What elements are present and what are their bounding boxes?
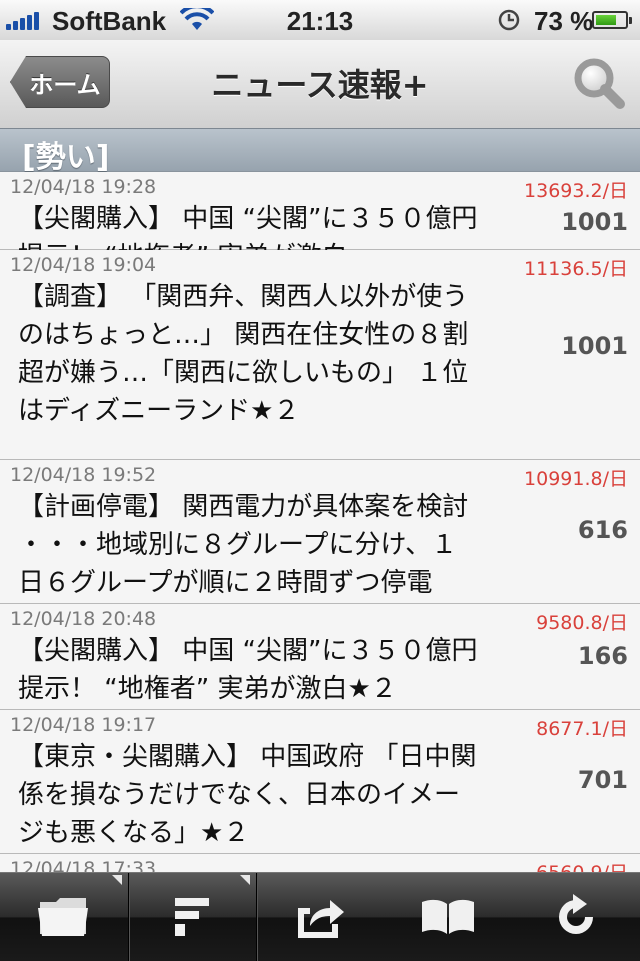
news-count: 701 (577, 766, 628, 794)
section-header: [勢い] (0, 128, 640, 175)
battery-level (596, 15, 616, 25)
news-date: 12/04/18 19:28 (10, 176, 157, 198)
search-icon[interactable] (570, 54, 628, 112)
news-title: 【計画停電】 関西電力が具体案を検討 ・・・地域別に８グループに分け、１ 日６グ… (18, 492, 469, 598)
sort-button[interactable] (128, 873, 257, 961)
battery-percent: 73 % (534, 6, 594, 36)
news-rate: 13693.2/日 (524, 180, 628, 202)
news-date: 12/04/18 19:52 (10, 464, 157, 486)
sort-icon (175, 898, 209, 936)
folder-button[interactable] (0, 873, 129, 961)
news-title: 【東京・尖閣購入】 中国政府 「日中関 係を損なうだけでなく、日本のイメー ジも… (18, 742, 477, 848)
battery-icon (592, 11, 632, 29)
share-button[interactable] (256, 873, 384, 961)
news-rate: 6560.9/日 (536, 858, 628, 872)
news-row[interactable]: 12/04/18 19:17 8677.1/日 【東京・尖閣購入】 中国政府 「… (0, 710, 640, 854)
news-date: 12/04/18 19:17 (10, 714, 157, 736)
reload-icon (559, 894, 593, 934)
news-title: 【尖閣購入】 中国 “尖閣”に３５０億円 提示！ “地権者” 実弟が激白★２ (18, 636, 478, 704)
news-rate: 8677.1/日 (536, 718, 628, 740)
bottom-toolbar (0, 872, 640, 961)
bookmarks-icon (422, 899, 474, 934)
news-row[interactable]: 12/04/18 20:48 9580.8/日 【尖閣購入】 中国 “尖閣”に３… (0, 604, 640, 710)
news-date: 12/04/18 19:04 (10, 254, 157, 276)
alarm-clock-icon (498, 9, 520, 31)
menu-corner-indicator (240, 875, 250, 885)
menu-corner-indicator (112, 875, 122, 885)
news-count: 616 (577, 516, 628, 544)
news-count: 1001 (561, 332, 628, 360)
bookmarks-button[interactable] (384, 873, 512, 961)
status-bar: SoftBank 21:13 73 % (0, 0, 640, 41)
share-icon (298, 900, 344, 938)
news-row[interactable]: 12/04/18 17:33 6560.9/日 (0, 854, 640, 872)
news-title: 【調査】 「関西弁、関西人以外が使う のはちょっと…」 関西在住女性の８割 超が… (18, 282, 469, 426)
news-row[interactable]: 12/04/18 19:52 10991.8/日 【計画停電】 関西電力が具体案… (0, 460, 640, 604)
news-row[interactable]: 12/04/18 19:28 13693.2/日 【尖閣購入】 中国 “尖閣”に… (0, 172, 640, 272)
news-date: 12/04/18 20:48 (10, 608, 157, 630)
news-rate: 10991.8/日 (524, 468, 628, 490)
news-rate: 9580.8/日 (536, 612, 628, 634)
news-count: 1001 (561, 208, 628, 236)
page-title: ニュース速報+ (211, 66, 429, 104)
section-label: [勢い] (22, 140, 110, 175)
news-rate: 11136.5/日 (524, 258, 628, 280)
news-row[interactable]: 12/04/18 19:04 11136.5/日 【調査】 「関西弁、関西人以外… (0, 250, 640, 460)
home-back-button[interactable]: ホーム (10, 56, 110, 108)
news-count: 166 (577, 642, 628, 670)
navigation-bar: ホーム ニュース速報+ (0, 40, 640, 129)
reload-button[interactable] (512, 873, 640, 961)
news-list[interactable]: 12/04/18 19:28 13693.2/日 【尖閣購入】 中国 “尖閣”に… (0, 172, 640, 872)
news-date: 12/04/18 17:33 (10, 858, 157, 872)
folder-icon (38, 898, 88, 936)
